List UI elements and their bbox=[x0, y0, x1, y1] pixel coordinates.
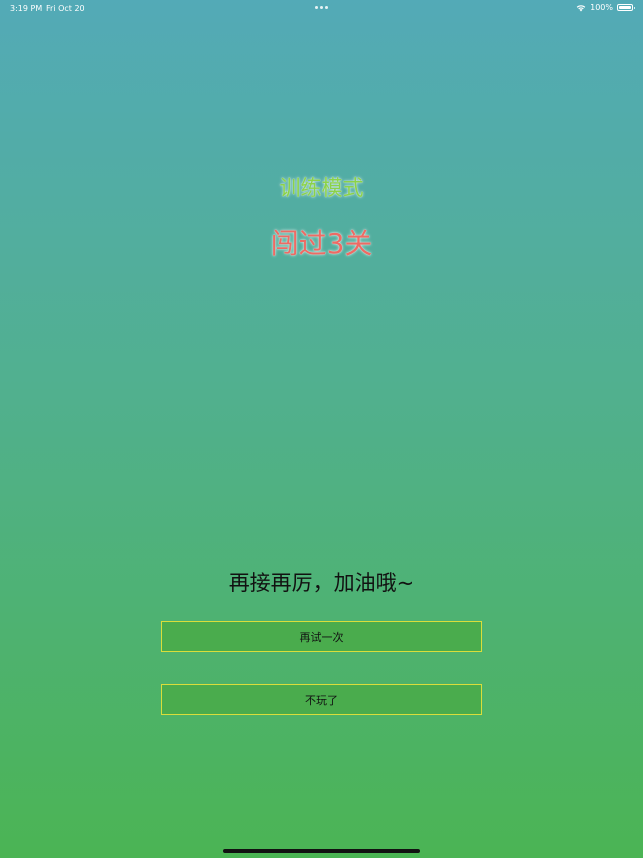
mode-title: 训练模式 bbox=[279, 176, 364, 200]
retry-button[interactable]: 再试一次 bbox=[161, 621, 482, 652]
home-indicator[interactable] bbox=[223, 849, 420, 853]
battery-percent: 100% bbox=[590, 3, 613, 12]
multitasking-dots-icon[interactable] bbox=[315, 6, 328, 9]
status-time: 3:19 PM bbox=[10, 4, 43, 13]
level-result: 闯过3关 bbox=[270, 227, 373, 260]
wifi-icon bbox=[576, 4, 586, 11]
quit-button[interactable]: 不玩了 bbox=[161, 684, 482, 715]
status-bar: 3:19 PM Fri Oct 20 100% bbox=[0, 0, 643, 16]
encourage-message: 再接再厉，加油哦~ bbox=[228, 571, 415, 595]
status-date: Fri Oct 20 bbox=[46, 4, 85, 13]
status-right: 100% bbox=[576, 3, 635, 12]
battery-icon bbox=[617, 4, 635, 11]
